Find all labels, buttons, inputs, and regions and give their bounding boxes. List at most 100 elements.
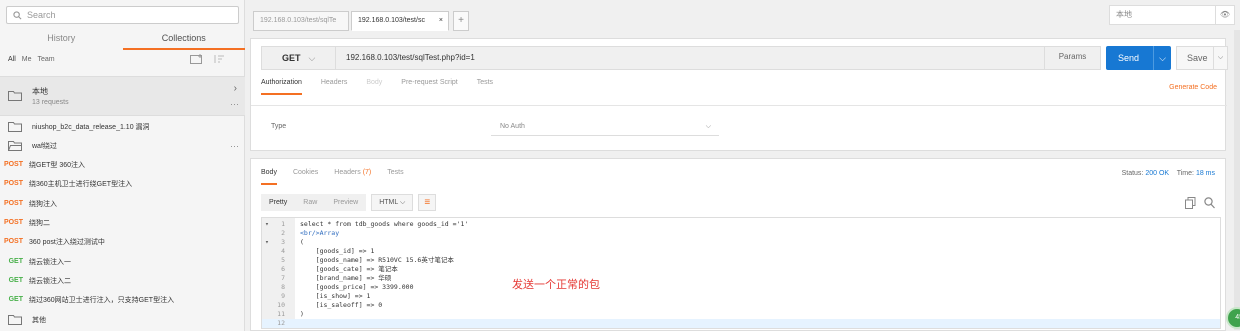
send-button[interactable]: Send ⌵ xyxy=(1106,46,1171,70)
chevron-down-icon[interactable]: ⌵ xyxy=(1213,47,1227,69)
environment-select[interactable]: 本地 ⌵ xyxy=(1109,5,1232,25)
tab-title: 192.168.0.103/test/sc xyxy=(358,17,425,24)
more-icon[interactable]: ··· xyxy=(230,99,239,109)
wrap-lines-icon[interactable]: ≡ xyxy=(418,194,437,211)
collection-niushop[interactable]: niushop_b2c_data_release_1.10 漏洞 xyxy=(0,118,245,136)
filter-all[interactable]: All xyxy=(8,56,16,63)
request-item[interactable]: POST 绕狗注入 xyxy=(0,194,245,213)
request-panel: GET ⌵ 192.168.0.103/test/sqlTest.php?id=1… xyxy=(250,38,1228,151)
more-icon[interactable]: ··· xyxy=(230,141,239,151)
request-name: 绕云锁注入二 xyxy=(29,277,71,285)
save-button[interactable]: Save ⌵ xyxy=(1176,46,1228,70)
format-pretty[interactable]: Pretty xyxy=(261,194,296,211)
request-tabbar: 192.168.0.103/test/sqlTe 192.168.0.103/t… xyxy=(245,0,1240,38)
line-number: 8 xyxy=(281,283,285,291)
tab-authorization[interactable]: Authorization xyxy=(261,79,302,95)
tab-pre-request-script[interactable]: Pre-request Script xyxy=(401,79,457,95)
request-item[interactable]: GET 绕云锁注入二 xyxy=(0,271,245,290)
collection-title: 本地 xyxy=(32,87,48,96)
chevron-down-icon: ⌵ xyxy=(308,53,316,63)
tab-response-tests[interactable]: Tests xyxy=(387,169,403,185)
response-panel: Body Cookies Headers (7) Tests Status: 2… xyxy=(250,158,1226,331)
request-name: 绕狗二 xyxy=(29,219,50,227)
tab-history[interactable]: History xyxy=(0,28,123,50)
status-value: 200 OK xyxy=(1145,170,1170,177)
method-badge: GET xyxy=(8,296,23,303)
folder-icon xyxy=(8,91,22,101)
request-item[interactable]: POST 绕狗二 xyxy=(0,213,245,232)
status-label: Status: xyxy=(1121,170,1144,177)
collection-other[interactable]: 其他 xyxy=(0,311,245,329)
folder-icon xyxy=(8,122,22,132)
search-placeholder: Search xyxy=(27,10,56,20)
scrollbar[interactable] xyxy=(1234,30,1240,330)
code-line: [brand_name] => 华硕 xyxy=(300,274,392,282)
annotation-text: 发送一个正常的包 xyxy=(512,279,600,291)
folder-open-icon xyxy=(8,141,22,151)
code-line: [goods_price] => 3399.000 xyxy=(300,283,414,291)
line-number: 5 xyxy=(281,256,285,264)
collection-title: 其他 xyxy=(32,317,46,324)
collection-waf[interactable]: waf绕过 ··· xyxy=(0,137,245,155)
time-value: 18 ms xyxy=(1195,170,1215,177)
collection-count: 13 requests xyxy=(32,99,69,106)
request-item[interactable]: POST 绕360主机卫士进行绕GET型注入 xyxy=(0,174,245,193)
search-icon[interactable] xyxy=(1204,197,1215,209)
code-line: ) xyxy=(300,310,304,318)
response-code-editor[interactable]: ▾ ▾ 1 2 3 4 5 6 7 8 9 10 11 12 select * … xyxy=(261,217,1221,329)
filter-team[interactable]: Team xyxy=(38,56,55,63)
chevron-down-icon: ⌵ xyxy=(705,123,711,130)
request-tab[interactable]: 192.168.0.103/test/sqlTe xyxy=(253,11,349,31)
tab-body[interactable]: Body xyxy=(366,79,382,95)
format-language-select[interactable]: HTML ⌵ xyxy=(371,194,414,211)
line-number: 2 xyxy=(281,229,285,237)
tab-headers[interactable]: Headers xyxy=(321,79,347,95)
line-number: 10 xyxy=(277,301,285,309)
new-folder-icon[interactable] xyxy=(190,54,204,64)
line-number: 3 xyxy=(281,238,285,246)
eye-icon[interactable]: 👁 xyxy=(1215,5,1235,25)
format-raw[interactable]: Raw xyxy=(295,194,326,211)
collection-local[interactable]: 本地 13 requests › ··· xyxy=(0,76,245,116)
sidebar: Search History Collections All Me Team 本… xyxy=(0,0,245,331)
search-input[interactable]: Search xyxy=(6,6,239,24)
new-tab-button[interactable]: + xyxy=(453,11,469,31)
copy-icon[interactable] xyxy=(1185,197,1196,209)
line-number: 4 xyxy=(281,247,285,255)
chevron-right-icon[interactable]: › xyxy=(234,83,237,94)
time-label: Time: xyxy=(1176,170,1194,177)
tab-cookies[interactable]: Cookies xyxy=(293,169,318,185)
tab-tests[interactable]: Tests xyxy=(477,79,493,95)
filter-me[interactable]: Me xyxy=(22,56,32,63)
code-line: [goods_id] => 1 xyxy=(300,247,375,255)
request-item[interactable]: GET 绕云锁注入一 xyxy=(0,252,245,271)
request-item[interactable]: GET 绕过360网站卫士进行注入，只支持GET型注入 xyxy=(0,290,245,309)
auth-type-value: No Auth xyxy=(500,123,525,130)
tab-collections[interactable]: Collections xyxy=(122,28,245,50)
params-button[interactable]: Params xyxy=(1044,46,1100,70)
code-line: [is_saleoff] => 0 xyxy=(300,301,383,309)
chevron-down-icon[interactable]: ⌵ xyxy=(1153,46,1171,70)
tab-response-headers[interactable]: Headers (7) xyxy=(334,169,371,185)
method-badge: POST xyxy=(3,161,23,168)
sort-icon[interactable] xyxy=(212,54,226,64)
format-preview[interactable]: Preview xyxy=(325,194,367,211)
method-badge: GET xyxy=(8,277,23,284)
collection-title: niushop_b2c_data_release_1.10 漏洞 xyxy=(32,124,150,131)
request-item[interactable]: POST 绕GET型 360注入 xyxy=(0,155,245,174)
generate-code-link[interactable]: Generate Code xyxy=(1169,84,1217,91)
method-badge: POST xyxy=(3,219,23,226)
type-label: Type xyxy=(271,123,287,130)
method-select[interactable]: GET ⌵ xyxy=(261,46,336,70)
tab-response-body[interactable]: Body xyxy=(261,169,277,185)
code-line: [goods_name] => R510VC 15.6英寸笔记本 xyxy=(300,256,454,264)
request-tab-active[interactable]: 192.168.0.103/test/sc × xyxy=(351,11,449,31)
close-icon[interactable]: × xyxy=(439,12,443,30)
request-name: 绕云锁注入一 xyxy=(29,258,71,266)
auth-type-select[interactable]: No Auth ⌵ xyxy=(491,117,719,136)
request-item[interactable]: POST 360 post注入绕过测试中 xyxy=(0,232,245,251)
format-language-value: HTML xyxy=(379,199,399,206)
headers-count: (7) xyxy=(362,169,372,176)
collection-filter: All Me Team xyxy=(8,56,55,63)
url-input[interactable]: 192.168.0.103/test/sqlTest.php?id=1 Para… xyxy=(336,46,1101,70)
